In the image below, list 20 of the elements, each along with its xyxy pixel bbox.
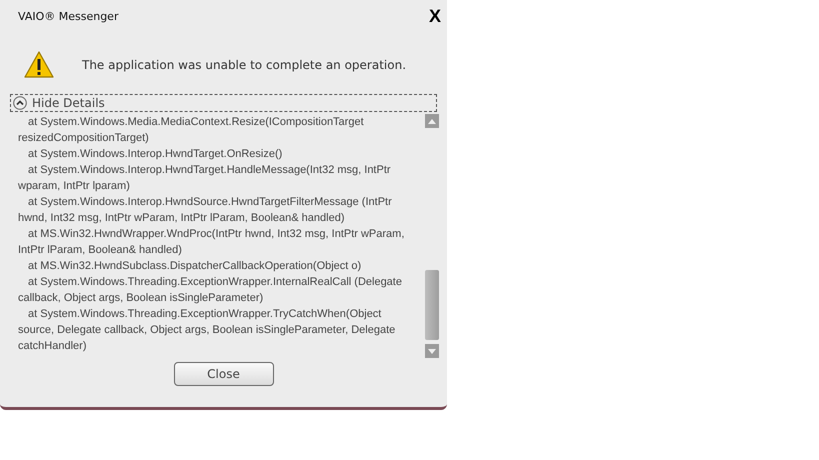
stack-trace-line: at System.Windows.Interop.HwndTarget.OnResize() xyxy=(27,147,284,162)
up-arrow-icon xyxy=(428,118,436,124)
warning-icon xyxy=(24,51,54,79)
stack-trace-line: at System.Windows.Threading.ExceptionWrapper.InternalRealCall (Delegate callback, Object args, Boolean isSingleParameter) xyxy=(18,275,403,306)
stack-trace-line: at System.Windows.Interop.HwndSource.HwndTargetFilterMessage (IntPtr hwnd, Int32 msg, IntPtr wParam, IntPtr lParam, Boolean& handled) xyxy=(18,195,393,226)
stack-trace-line: at MS.Win32.HwndWrapper.WndProc(IntPtr hwnd, Int32 msg, IntPtr wParam, IntPtr lParam, Boolean& handled) xyxy=(18,227,406,258)
chevron-icon xyxy=(13,96,27,110)
scroll-up-button[interactable] xyxy=(425,114,439,128)
stack-trace-line: at System.Windows.Media.MediaContext.Resize(ICompositionTarget resizedCompositionTarget) xyxy=(18,115,365,146)
stack-trace-line: at MS.Win32.HwndSubclass.DispatcherCallbackOperation(Object o) xyxy=(27,259,362,274)
error-message: The application was unable to complete an operation. xyxy=(82,58,406,72)
details-toggle[interactable]: Hide Details xyxy=(10,94,437,112)
scroll-down-button[interactable] xyxy=(425,344,439,358)
stack-trace-line: at System.Windows.Interop.HwndTarget.HandleMessage(Int32 msg, IntPtr wparam, IntPtr lparam) xyxy=(18,163,392,194)
close-button[interactable]: Close xyxy=(174,362,274,386)
down-arrow-icon xyxy=(428,348,436,354)
window-title: VAIO® Messenger xyxy=(18,10,118,22)
stack-trace-line: at System.Windows.Threading.ExceptionWrapper.TryCatchWhen(Object source, Delegate callback, Object args, Boolean isSingleParameter, Delegate catchHandler) xyxy=(18,307,396,354)
window-close-button[interactable]: X xyxy=(428,6,441,26)
scrollbar-thumb[interactable] xyxy=(425,270,439,340)
